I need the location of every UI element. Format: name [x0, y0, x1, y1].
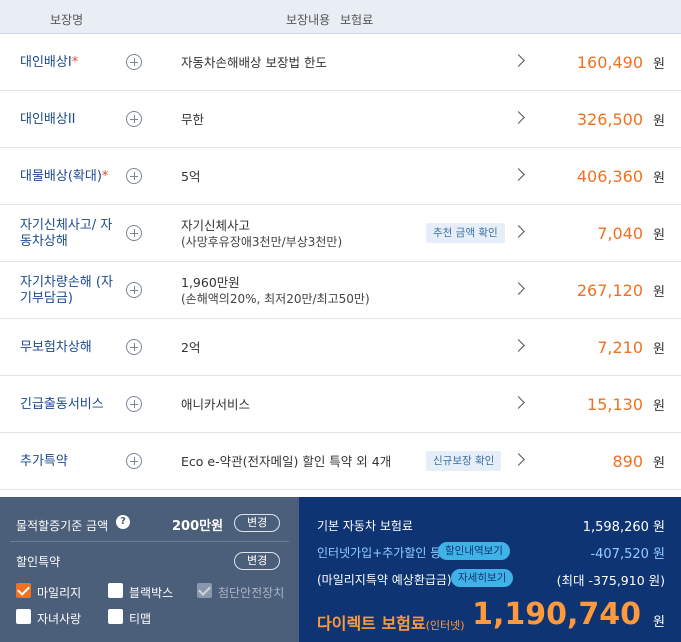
coverage-name: 긴급출동서비스	[20, 396, 104, 412]
coverage-price: 160,490	[576, 53, 643, 72]
tmap-checkbox[interactable]	[108, 609, 123, 624]
plus-circle-icon[interactable]	[126, 339, 142, 355]
chevron-right-icon[interactable]	[512, 54, 525, 67]
question-icon[interactable]: ?	[116, 515, 130, 529]
currency-unit: 원	[653, 114, 665, 129]
required-mark: *	[101, 168, 109, 184]
coverage-row-uninsured[interactable]: 무보험차상해 2억 7,210 원	[0, 319, 681, 376]
coverage-desc: 자기신체사고 (사망후유장애3천만/부상3천만)	[181, 205, 421, 262]
chevron-right-icon[interactable]	[512, 225, 525, 238]
coverage-name: 무보험차상해	[20, 339, 92, 355]
coverage-name: 자기차량손해 (자기부담금)	[20, 274, 113, 306]
mileage-label[interactable]: 마일리지	[37, 584, 81, 601]
direct-premium-label: 다이렉트 보험료(인터넷)	[317, 614, 465, 633]
coverage-price: 7,040	[597, 224, 643, 243]
property-threshold-label: 물적할증기준 금액	[16, 519, 109, 533]
coverage-desc: 자동차손해배상 보장법 한도	[181, 54, 327, 70]
coverage-desc-sub: (사망후유장애3천만/부상3천만)	[181, 234, 343, 249]
chevron-right-icon[interactable]	[512, 339, 525, 352]
coverage-desc: 1,960만원 (손해액의20%, 최저20만/최고50만)	[181, 262, 421, 319]
blackbox-label[interactable]: 블랙박스	[129, 584, 173, 601]
currency-unit: 원	[653, 57, 665, 72]
coverage-price: 267,120	[576, 281, 643, 300]
coverage-desc: 5억	[181, 168, 201, 184]
coverage-row-bodily-injury-1[interactable]: 대인배상I* 자동차손해배상 보장법 한도 160,490 원	[0, 34, 681, 91]
change-discount-button[interactable]: 변경	[234, 552, 281, 570]
coverage-name: 자기신체사고/ 자동차상해	[20, 217, 113, 249]
currency-unit: 원	[653, 171, 665, 186]
mileage-refund-label: (마일리지특약 예상환급금)	[317, 573, 452, 587]
coverage-row-self-injury[interactable]: 자기신체사고/ 자동차상해 자기신체사고 (사망후유장애3천만/부상3천만) 추천…	[0, 205, 681, 262]
coverage-row-property-damage[interactable]: 대물배상(확대)* 5억 406,360 원	[0, 148, 681, 205]
change-threshold-button[interactable]: 변경	[234, 514, 281, 532]
discount-settings-panel: 물적할증기준 금액 ? 200만원 변경 할인특약 변경 마일리지 블랙박스 첨…	[0, 497, 299, 642]
direct-premium-value: 1,190,740	[472, 597, 641, 632]
coverage-name: 추가특약	[20, 453, 68, 469]
internet-discount-value: -407,520 원	[590, 547, 665, 562]
coverage-price: 406,360	[576, 167, 643, 186]
header-coverage-content: 보장내용	[286, 13, 331, 27]
plus-circle-icon[interactable]	[126, 111, 142, 127]
tmap-label[interactable]: 티맵	[129, 610, 151, 627]
mileage-details-button[interactable]: 자세히보기	[451, 569, 514, 587]
coverage-desc: 2억	[181, 339, 201, 355]
premium-summary-panel: 기본 자동차 보험료 1,598,260 원 인터넷가입+추가할인 등 할인내역…	[299, 497, 681, 642]
discount-rider-label: 할인특약	[16, 555, 61, 569]
child-love-checkbox[interactable]	[16, 609, 31, 624]
coverage-price: 15,130	[587, 395, 643, 414]
property-threshold-value: 200만원	[172, 519, 224, 534]
direct-premium-label-small: (인터넷)	[425, 619, 465, 632]
coverage-desc: 애니카서비스	[181, 396, 251, 412]
plus-circle-icon[interactable]	[126, 168, 142, 184]
discount-details-button[interactable]: 할인내역보기	[438, 542, 510, 560]
header-premium: 보험료	[340, 13, 374, 27]
chevron-right-icon[interactable]	[512, 453, 525, 466]
divider	[10, 541, 289, 542]
coverage-row-emergency[interactable]: 긴급출동서비스 애니카서비스 15,130 원	[0, 376, 681, 433]
base-premium-value: 1,598,260 원	[582, 520, 665, 535]
new-coverage-tag[interactable]: 신규보장 확인	[426, 451, 502, 471]
chevron-right-icon[interactable]	[512, 111, 525, 124]
coverage-name: 대인배상I*	[20, 54, 79, 70]
currency-unit: 원	[653, 285, 665, 300]
coverage-row-bodily-injury-2[interactable]: 대인배상II 무한 326,500 원	[0, 91, 681, 148]
coverage-name: 대물배상(확대)*	[20, 168, 109, 184]
coverage-list: 대인배상I* 자동차손해배상 보장법 한도 160,490 원 대인배상II 무…	[0, 34, 681, 490]
coverage-row-own-vehicle[interactable]: 자기차량손해 (자기부담금) 1,960만원 (손해액의20%, 최저20만/최고…	[0, 262, 681, 319]
coverage-row-additional-rider[interactable]: 추가특약 Eco e-약관(전자메일) 할인 특약 외 4개 신규보장 확인 8…	[0, 433, 681, 490]
currency-unit: 원	[653, 228, 665, 243]
required-mark: *	[71, 54, 79, 70]
plus-circle-icon[interactable]	[126, 225, 142, 241]
coverage-price: 326,500	[576, 110, 643, 129]
coverage-desc: 무한	[181, 111, 205, 127]
mileage-checkbox[interactable]	[16, 583, 31, 598]
advanced-safety-label: 첨단안전장치	[218, 586, 285, 600]
summary-area: 물적할증기준 금액 ? 200만원 변경 할인특약 변경 마일리지 블랙박스 첨…	[0, 497, 681, 642]
plus-circle-icon[interactable]	[126, 396, 142, 412]
currency-unit: 원	[653, 456, 665, 471]
coverage-price: 7,210	[597, 338, 643, 357]
chevron-right-icon[interactable]	[512, 282, 525, 295]
table-header: 보장명 보장내용 보험료	[0, 0, 681, 34]
mileage-refund-value: (최대 -375,910 원)	[556, 573, 665, 588]
recommend-amount-tag[interactable]: 추천 금액 확인	[426, 223, 505, 243]
coverage-name: 대인배상II	[20, 111, 76, 127]
internet-discount-label: 인터넷가입+추가할인 등	[317, 546, 442, 560]
chevron-right-icon[interactable]	[512, 396, 525, 409]
coverage-desc-sub: (손해액의20%, 최저20만/최고50만)	[181, 291, 370, 306]
plus-circle-icon[interactable]	[126, 282, 142, 298]
coverage-desc: Eco e-약관(전자메일) 할인 특약 외 4개	[181, 453, 392, 469]
plus-circle-icon[interactable]	[126, 54, 142, 70]
base-premium-label: 기본 자동차 보험료	[317, 519, 413, 533]
coverage-price: 890	[612, 452, 643, 471]
header-coverage-name: 보장명	[50, 13, 84, 27]
advanced-safety-checkbox	[197, 583, 212, 598]
currency-unit: 원	[653, 399, 665, 414]
chevron-right-icon[interactable]	[512, 168, 525, 181]
currency-unit: 원	[653, 342, 665, 357]
child-love-label[interactable]: 자녀사랑	[37, 610, 81, 627]
blackbox-checkbox[interactable]	[108, 583, 123, 598]
plus-circle-icon[interactable]	[126, 453, 142, 469]
direct-premium-unit: 원	[653, 615, 665, 630]
